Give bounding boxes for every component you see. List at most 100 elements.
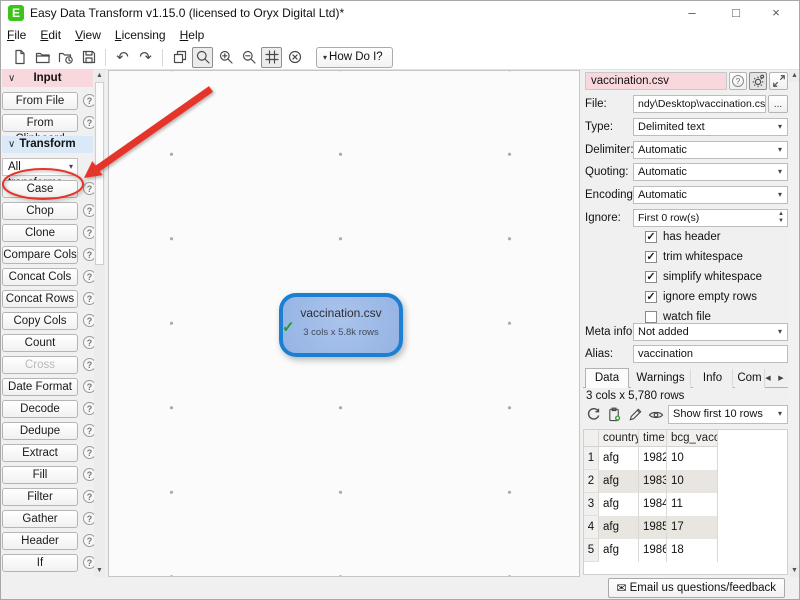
sidebar-item-decode[interactable]: Decode	[2, 400, 78, 418]
zoom-in-icon	[218, 49, 234, 65]
preview-button[interactable]	[646, 405, 666, 425]
node-name-field[interactable]	[585, 72, 727, 90]
edit-button[interactable]	[625, 405, 645, 425]
sidebar-item-chop[interactable]: Chop	[2, 202, 78, 220]
scroll-down-icon[interactable]: ▼	[789, 565, 800, 577]
sidebar-item-fill[interactable]: Fill	[2, 466, 78, 484]
maximize-button[interactable]: □	[716, 0, 756, 26]
delimiter-dropdown[interactable]: Automatic ▾	[633, 141, 788, 159]
sidebar-item-from-file[interactable]: From File	[2, 92, 78, 110]
node-vaccination-csv[interactable]: vaccination.csv 3 cols x 5.8k rows ✓	[279, 293, 403, 357]
tab-data[interactable]: Data	[585, 368, 629, 388]
sidebar-item-copy-cols[interactable]: Copy Cols	[2, 312, 78, 330]
table-header-row: countrytimebcg_vacc	[584, 430, 787, 447]
refresh-button[interactable]	[583, 405, 603, 425]
tab-scroll-left-icon[interactable]: ◀	[762, 372, 774, 386]
meta-info-dropdown[interactable]: Not added ▾	[633, 323, 788, 341]
sidebar-item-header[interactable]: Header	[2, 532, 78, 550]
sidebar-item-date-format[interactable]: Date Format	[2, 378, 78, 396]
workflow-canvas[interactable]: vaccination.csv 3 cols x 5.8k rows ✓	[108, 70, 580, 577]
sidebar-item-concat-rows[interactable]: Concat Rows	[2, 290, 78, 308]
table-cell: afg	[599, 539, 639, 562]
sidebar-scroll-thumb[interactable]	[95, 82, 104, 265]
settings-button[interactable]	[749, 72, 767, 90]
caret-down-icon: ▾	[778, 119, 782, 135]
caret-down-icon: ▾	[69, 159, 73, 175]
checkbox-box[interactable]: ✓	[645, 291, 657, 303]
checkbox-watch-file[interactable]: watch file	[645, 310, 711, 324]
checkbox-box[interactable]: ✓	[645, 231, 657, 243]
data-preview-table[interactable]: countrytimebcg_vacc1afg1982102afg1983103…	[583, 429, 788, 575]
sidebar-scrollbar[interactable]: ▲ ▼	[94, 70, 105, 577]
sidebar-item-cross[interactable]: Cross	[2, 356, 78, 374]
sidebar-item-from-clipboard[interactable]: From Clipboard	[2, 114, 78, 132]
quoting-dropdown[interactable]: Automatic ▾	[633, 163, 788, 181]
checkbox-box[interactable]: ✓	[645, 271, 657, 283]
checkbox-box[interactable]	[645, 311, 657, 323]
new-file-button[interactable]	[9, 47, 30, 68]
redo-button[interactable]: ↷	[135, 47, 156, 68]
file-label: File:	[585, 95, 607, 113]
menu-item-licensing[interactable]: Licensing	[108, 26, 173, 42]
scroll-up-icon[interactable]: ▲	[94, 70, 105, 82]
menu-item-view[interactable]: View	[68, 26, 108, 42]
minimize-button[interactable]: –	[672, 0, 712, 26]
sidebar-item-if[interactable]: If	[2, 554, 78, 572]
scroll-down-icon[interactable]: ▼	[94, 565, 105, 577]
scroll-up-icon[interactable]: ▲	[789, 70, 800, 82]
expand-button[interactable]	[769, 72, 788, 90]
inspector-scrollbar[interactable]: ▲ ▼	[789, 70, 800, 577]
section-header-input[interactable]: ∨Input	[2, 70, 93, 87]
toggle-grid-button[interactable]	[261, 47, 282, 68]
sidebar-item-case[interactable]: Case	[2, 180, 78, 198]
tab-info[interactable]: Info	[693, 369, 733, 388]
spinner-up-icon[interactable]: ▲▼	[778, 211, 784, 225]
help-button[interactable]: ?	[729, 72, 747, 90]
how-do-i-button[interactable]: ▾ How Do I?	[316, 47, 393, 68]
pan-zoom-button[interactable]	[192, 47, 213, 68]
zoom-out-button[interactable]	[238, 47, 259, 68]
ignore-rows-spinner[interactable]: First 0 row(s) ▲▼	[633, 209, 788, 227]
section-header-transform[interactable]: ∨Transform	[2, 136, 93, 153]
checkbox-box[interactable]: ✓	[645, 251, 657, 263]
open-folder-button[interactable]	[32, 47, 53, 68]
type-dropdown[interactable]: Delimited text ▾	[633, 118, 788, 136]
duplicate-button[interactable]	[169, 47, 190, 68]
sidebar-item-clone[interactable]: Clone	[2, 224, 78, 242]
save-button[interactable]	[78, 47, 99, 68]
menu-item-edit[interactable]: Edit	[33, 26, 68, 42]
sidebar-item-extract[interactable]: Extract	[2, 444, 78, 462]
transform-filter-dropdown[interactable]: All transforms▾	[2, 158, 78, 176]
email-feedback-button[interactable]: ✉ Email us questions/feedback	[608, 578, 785, 598]
sidebar-item-concat-cols[interactable]: Concat Cols	[2, 268, 78, 286]
tab-com[interactable]: Com	[735, 369, 765, 388]
undo-button[interactable]: ↶	[112, 47, 133, 68]
menu-item-file[interactable]: File	[0, 26, 33, 42]
sidebar-item-count[interactable]: Count	[2, 334, 78, 352]
disconnect-button[interactable]	[284, 47, 305, 68]
file-path-field[interactable]: ndy\Desktop\vaccination.csv	[633, 95, 766, 113]
sidebar-item-gather[interactable]: Gather	[2, 510, 78, 528]
sidebar-item-dedupe[interactable]: Dedupe	[2, 422, 78, 440]
alias-field[interactable]: vaccination	[633, 345, 788, 363]
zoom-in-button[interactable]	[215, 47, 236, 68]
close-button[interactable]: ×	[756, 0, 796, 26]
rows-shown-dropdown[interactable]: Show first 10 rows ▾	[668, 405, 788, 424]
clipboard-plus-icon	[607, 407, 622, 422]
tab-warnings[interactable]: Warnings	[631, 369, 691, 388]
checkbox-simplify-whitespace[interactable]: ✓simplify whitespace	[645, 270, 762, 284]
column-header-bcg_vacc: bcg_vacc	[667, 430, 718, 447]
sidebar-item-filter[interactable]: Filter	[2, 488, 78, 506]
copy-to-clipboard-button[interactable]	[604, 405, 624, 425]
tab-scroll-right-icon[interactable]: ▶	[775, 372, 787, 386]
menu-item-help[interactable]: Help	[173, 26, 212, 42]
checkbox-trim-whitespace[interactable]: ✓trim whitespace	[645, 250, 743, 264]
duplicate-icon	[172, 49, 188, 65]
window-title: Easy Data Transform v1.15.0 (licensed to…	[30, 6, 344, 20]
checkbox-ignore-empty-rows[interactable]: ✓ignore empty rows	[645, 290, 757, 304]
recent-files-button[interactable]	[55, 47, 76, 68]
checkbox-has-header[interactable]: ✓has header	[645, 230, 721, 244]
browse-button[interactable]: ...	[768, 95, 788, 113]
sidebar-item-compare-cols[interactable]: Compare Cols	[2, 246, 78, 264]
encoding-dropdown[interactable]: Automatic ▾	[633, 186, 788, 204]
